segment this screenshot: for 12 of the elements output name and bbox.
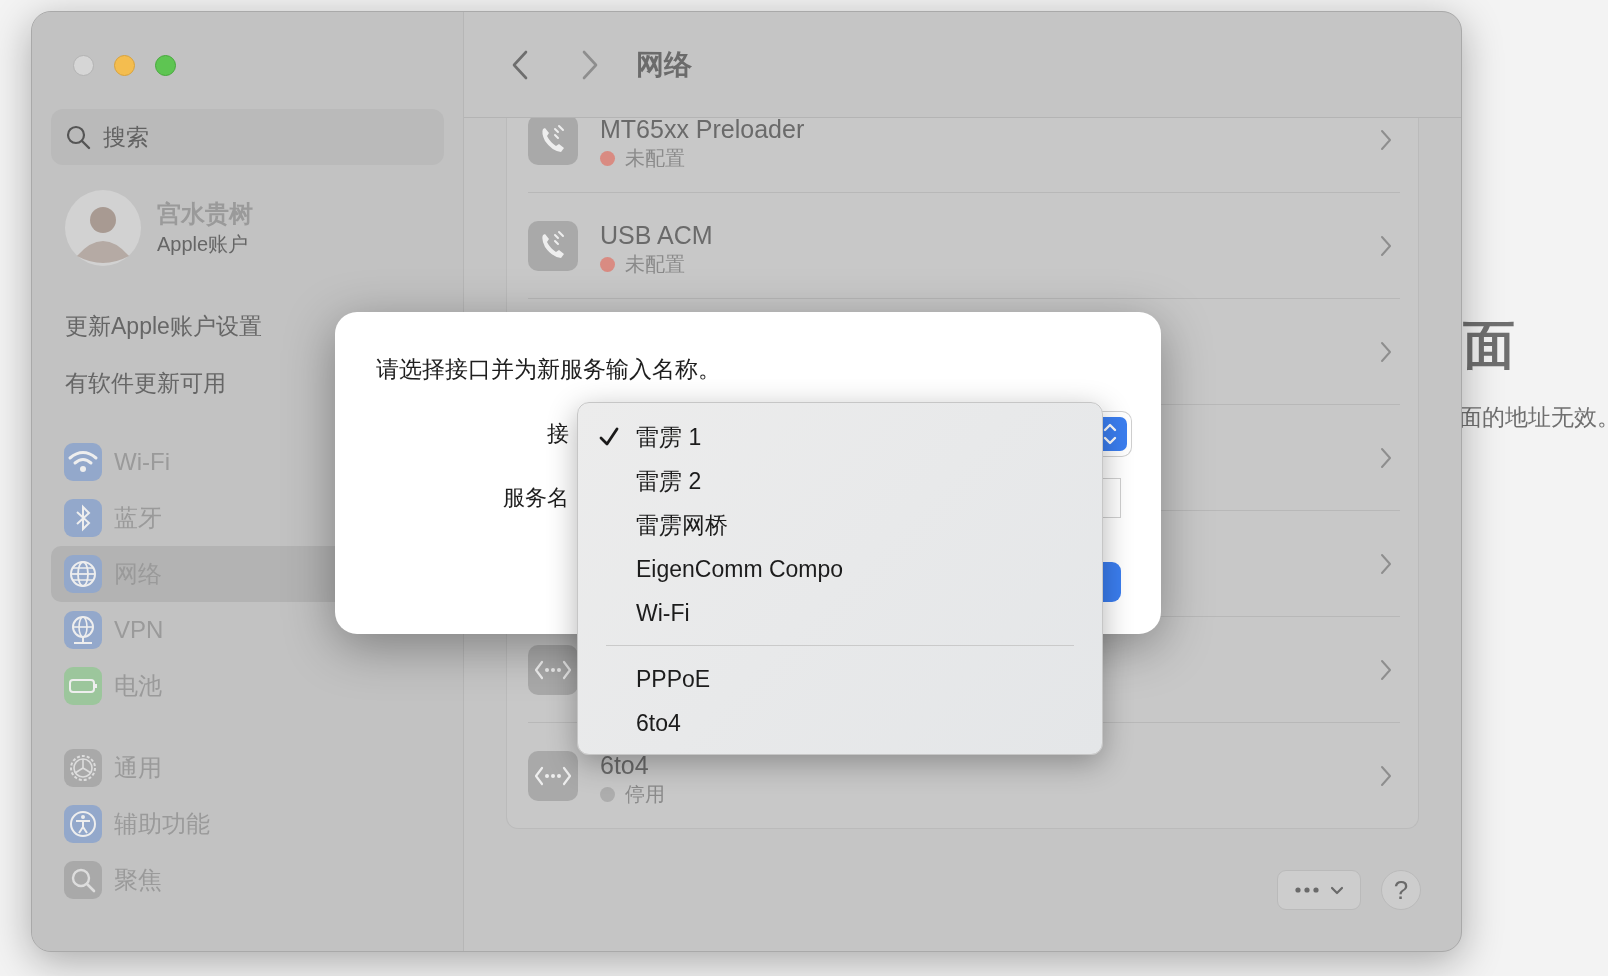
status-text: 停用: [625, 782, 665, 807]
status-text: 未配置: [625, 146, 685, 171]
field-label: 服务名: [502, 484, 569, 512]
heading: 面: [1462, 315, 1516, 376]
dialog-message: 请选择接口并为新服务输入名称。: [376, 355, 722, 384]
service-name: MT65xx Preloader: [600, 118, 806, 143]
service-name: 6to4: [600, 751, 650, 779]
field-label: 接: [546, 420, 569, 448]
status-text: 未配置: [625, 252, 685, 277]
page-title: 网络: [636, 47, 692, 82]
account-subtitle: Apple账户: [157, 232, 250, 257]
service-name: USB ACM: [600, 221, 714, 249]
